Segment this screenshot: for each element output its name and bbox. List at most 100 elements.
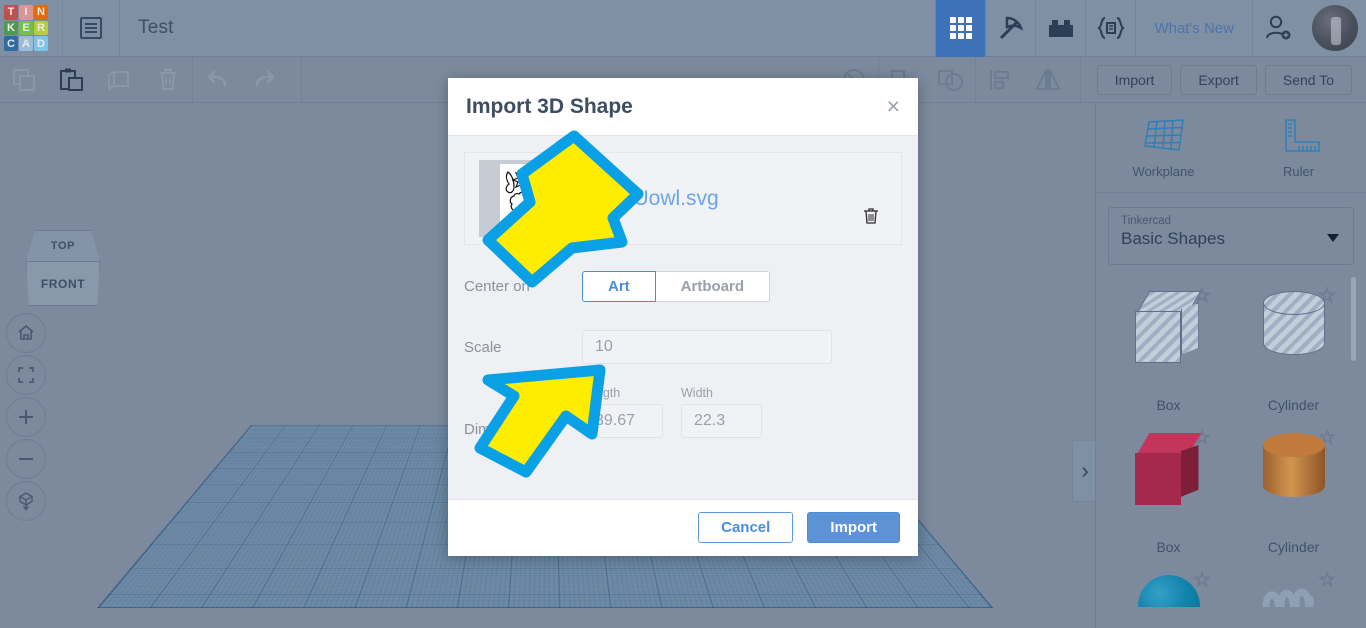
ungroup-icon[interactable] xyxy=(927,57,975,103)
shape-label: Box xyxy=(1156,539,1181,555)
shape-item[interactable]: ☆ Box xyxy=(1106,419,1231,561)
view-cube-top[interactable]: TOP xyxy=(26,230,100,262)
center-on-segmented-control: Art Artboard xyxy=(582,271,771,302)
avatar[interactable] xyxy=(1312,5,1358,51)
file-name: UcpUUowl.svg xyxy=(581,186,719,210)
dimensions-row: Dimensions Length 39.67 Width 22.3 xyxy=(464,386,902,438)
shape-item[interactable]: ☆ Box xyxy=(1106,277,1231,419)
shape-library-dropdown[interactable]: Tinkercad Basic Shapes xyxy=(1108,207,1354,265)
logo-letter: R xyxy=(34,20,48,36)
shape-item[interactable]: ☆ xyxy=(1231,561,1356,607)
length-label: Length xyxy=(582,386,621,400)
scale-row: Scale 10 xyxy=(464,330,902,364)
logo-letter: K xyxy=(4,20,18,36)
logo-letter: T xyxy=(4,5,18,20)
close-icon[interactable]: × xyxy=(887,95,900,118)
favorite-star-icon[interactable]: ☆ xyxy=(1318,567,1337,592)
logo-letter: D xyxy=(34,36,48,51)
view-cube-front[interactable]: FRONT xyxy=(26,262,100,306)
project-list-button[interactable] xyxy=(62,0,120,57)
dialog-footer: Cancel Import xyxy=(448,499,918,555)
zoom-out-icon[interactable] xyxy=(6,439,46,479)
favorite-star-icon[interactable]: ☆ xyxy=(1193,567,1212,592)
navigation-buttons xyxy=(6,313,46,523)
app-header: T I N K E R C A D Test What's New xyxy=(0,0,1366,57)
lego-brick-icon[interactable] xyxy=(1035,0,1085,57)
shape-item[interactable]: ☆ Cylinder xyxy=(1231,277,1356,419)
zoom-in-icon[interactable] xyxy=(6,397,46,437)
mirror-icon[interactable] xyxy=(1024,57,1072,103)
tinkercad-logo[interactable]: T I N K E R C A D xyxy=(4,5,48,51)
shape-item[interactable]: ☆ xyxy=(1106,561,1231,607)
hatched-cylinder-preview xyxy=(1262,291,1325,363)
scale-label: Scale xyxy=(464,338,502,356)
codeblocks-icon[interactable] xyxy=(1085,0,1135,57)
dialog-title: Import 3D Shape xyxy=(466,94,633,118)
logo-letter: I xyxy=(19,5,33,20)
undo-icon[interactable] xyxy=(193,57,241,103)
hatched-box-preview xyxy=(1134,291,1203,363)
duplicate-icon[interactable] xyxy=(96,57,144,103)
logo-letter: A xyxy=(19,36,33,51)
orange-cylinder-preview xyxy=(1262,433,1325,505)
paste-icon[interactable] xyxy=(48,57,96,103)
width-field: Width 22.3 xyxy=(681,386,762,438)
shape-item[interactable]: ☆ Cylinder xyxy=(1231,419,1356,561)
red-box-preview xyxy=(1134,433,1203,505)
import-3d-shape-dialog: Import 3D Shape × UcpUUowl.svg Center on… xyxy=(448,78,918,556)
add-user-icon[interactable] xyxy=(1252,0,1302,57)
center-on-row: Center on Art Artboard xyxy=(464,271,902,302)
center-on-artboard-button[interactable]: Artboard xyxy=(655,271,771,302)
length-input[interactable]: 39.67 xyxy=(582,404,663,438)
uploaded-file-row: UcpUUowl.svg xyxy=(464,152,902,245)
dimensions-label: Dimensions xyxy=(464,421,543,438)
logo-letter: N xyxy=(34,5,48,20)
scale-input[interactable]: 10 xyxy=(582,330,832,364)
shapes-panel: Workplane Ruler Tinkercad Basic Shapes ☆ xyxy=(1095,103,1366,628)
logo-letter: E xyxy=(19,20,33,36)
shape-list[interactable]: ☆ Box ☆ Cylinder ☆ Box ☆ Cylinder ☆ ☆ xyxy=(1106,277,1356,607)
svg-preview-icon xyxy=(505,168,537,229)
width-label: Width xyxy=(681,386,713,400)
list-icon xyxy=(80,17,102,39)
workplane-icon xyxy=(1143,119,1184,151)
shape-list-scrollbar[interactable] xyxy=(1351,277,1356,607)
send-to-button[interactable]: Send To xyxy=(1264,64,1352,95)
shape-library-name: Basic Shapes xyxy=(1121,229,1225,248)
cancel-button[interactable]: Cancel xyxy=(698,512,794,543)
ruler-tool[interactable]: Ruler xyxy=(1231,103,1366,192)
export-button[interactable]: Export xyxy=(1180,64,1257,95)
align-icon[interactable] xyxy=(976,57,1024,103)
import-confirm-button[interactable]: Import xyxy=(807,512,900,543)
workplane-tool[interactable]: Workplane xyxy=(1096,103,1231,192)
shape-label: Cylinder xyxy=(1267,539,1320,555)
scrollbar-thumb[interactable] xyxy=(1351,277,1356,361)
logo-letter: C xyxy=(4,36,18,51)
copy-icon[interactable] xyxy=(0,57,48,103)
center-on-label: Center on xyxy=(464,278,530,295)
redo-icon[interactable] xyxy=(241,57,289,103)
ruler-tool-label: Ruler xyxy=(1282,164,1315,179)
sphere-preview xyxy=(1137,575,1200,607)
length-field: Length 39.67 xyxy=(582,386,663,438)
delete-icon[interactable] xyxy=(144,57,192,103)
workplane-tool-label: Workplane xyxy=(1132,164,1195,179)
pickaxe-icon[interactable] xyxy=(985,0,1035,57)
shape-library-provider: Tinkercad xyxy=(1121,215,1172,227)
panel-tools: Workplane Ruler xyxy=(1096,103,1366,193)
center-on-art-button[interactable]: Art xyxy=(582,271,656,302)
whats-new-link[interactable]: What's New xyxy=(1135,0,1252,57)
collapse-panel-chevron-icon[interactable]: › xyxy=(1072,440,1095,502)
perspective-icon[interactable] xyxy=(6,481,46,521)
home-icon[interactable] xyxy=(6,313,46,353)
ruler-icon xyxy=(1284,119,1320,152)
view-cube[interactable]: TOP FRONT xyxy=(22,230,104,308)
file-thumbnail xyxy=(479,160,561,237)
grid-icon[interactable] xyxy=(935,0,986,57)
fit-to-view-icon[interactable] xyxy=(6,355,46,395)
import-button[interactable]: Import xyxy=(1096,64,1173,95)
trash-icon[interactable] xyxy=(863,207,879,230)
page-title[interactable]: Test xyxy=(138,17,174,39)
shape-label: Box xyxy=(1156,397,1181,413)
width-input[interactable]: 22.3 xyxy=(681,404,762,438)
